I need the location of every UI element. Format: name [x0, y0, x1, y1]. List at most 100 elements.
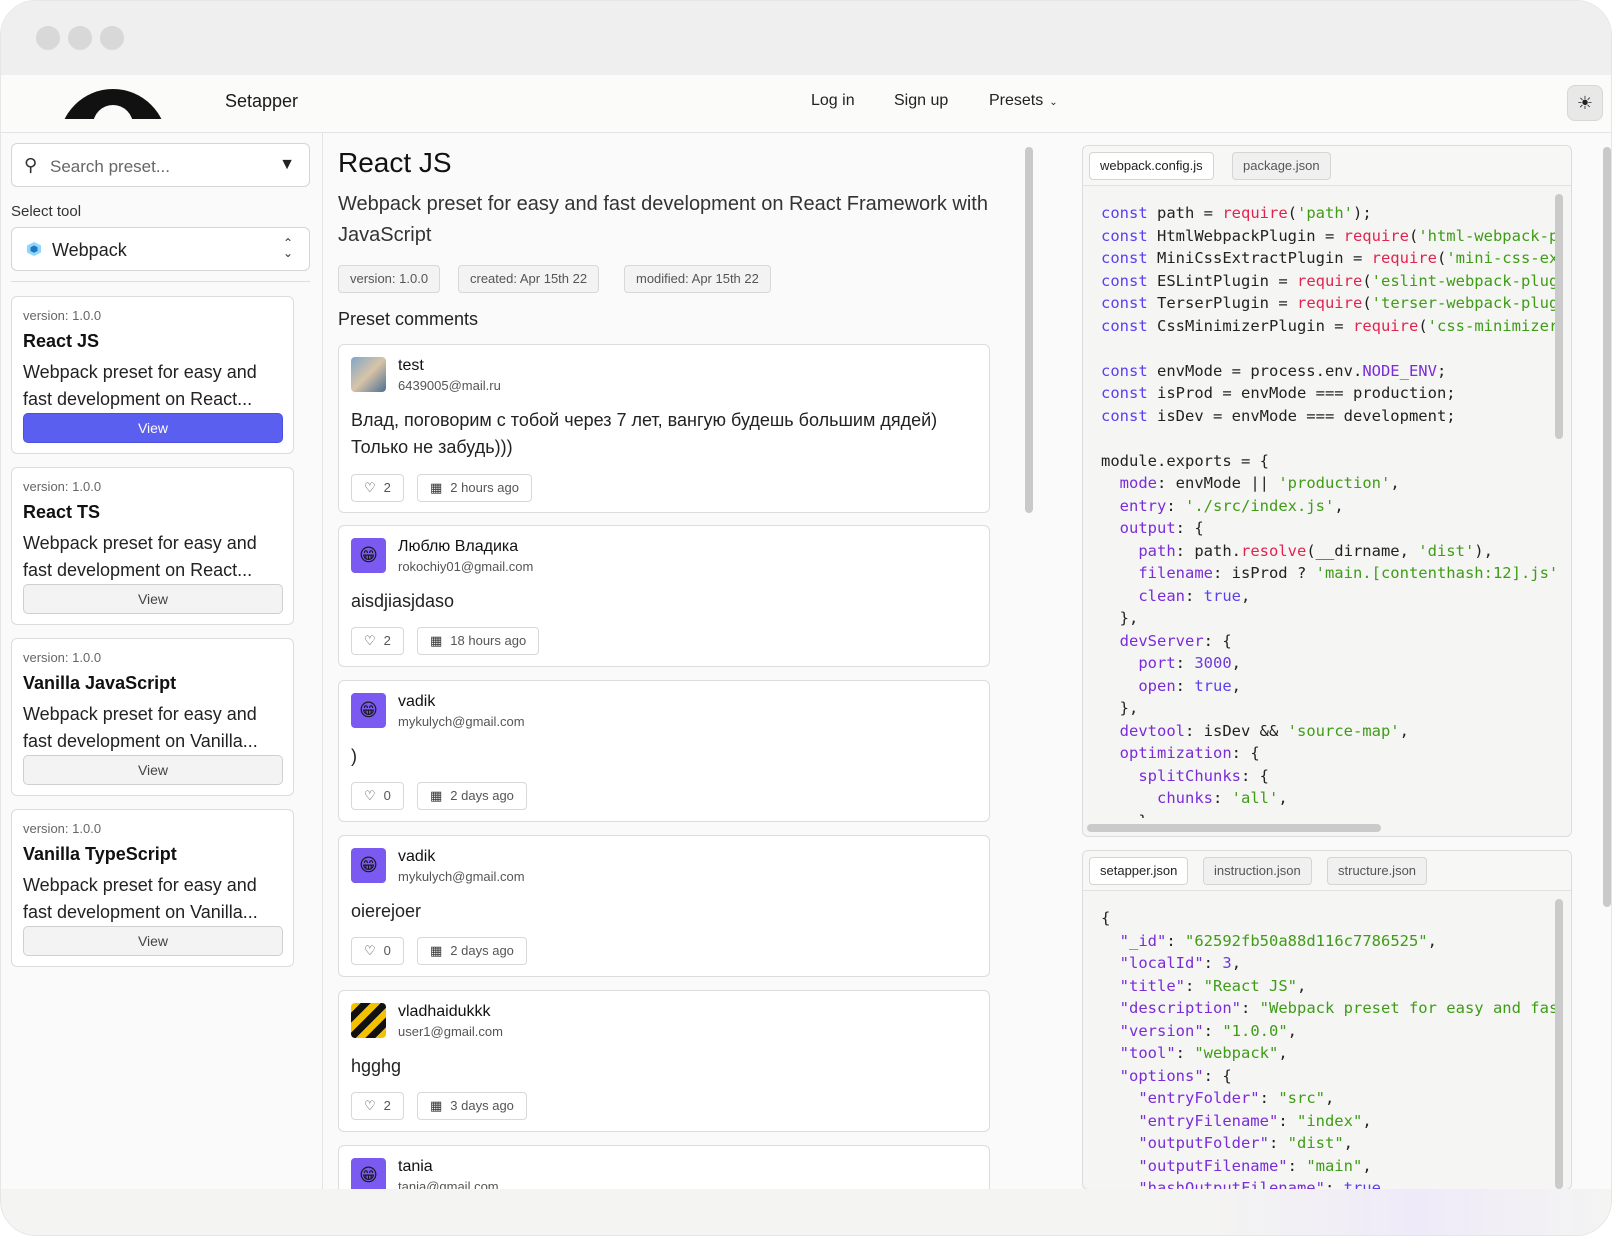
tab-setapper-json[interactable]: setapper.json	[1089, 857, 1189, 885]
like-count: 0	[383, 788, 391, 803]
like-button[interactable]: ♡ 0	[351, 782, 404, 810]
heart-icon: ♡	[364, 788, 376, 803]
sidebar-divider	[11, 281, 310, 282]
code-vertical-scrollbar[interactable]	[1555, 194, 1563, 439]
json-viewer[interactable]: { "_id": "62592fb50a88d116c7786525", "lo…	[1101, 907, 1561, 1189]
avatar	[351, 1003, 386, 1038]
preset-description: Webpack preset for easy and fast develop…	[23, 362, 257, 409]
avatar: 😁	[351, 848, 386, 883]
search-icon: ⚲	[24, 155, 38, 175]
preset-card[interactable]: version: 1.0.0 React JS Webpack preset f…	[11, 296, 294, 454]
chevron-updown-icon: ⌃ ⌄	[282, 236, 293, 260]
preset-card[interactable]: version: 1.0.0 Vanilla JavaScript Webpac…	[11, 638, 294, 796]
tab-instruction-json[interactable]: instruction.json	[1203, 857, 1312, 885]
search-input[interactable]: ⚲ Search preset... ▼	[11, 143, 310, 187]
preset-details: React JS Webpack preset for easy and fas…	[323, 133, 1053, 1205]
webpack-cube-icon	[27, 242, 41, 256]
preset-description: Webpack preset for easy and fast develop…	[23, 875, 258, 922]
comment-email: 6439005@mail.ru	[398, 378, 501, 393]
signup-link[interactable]: Sign up	[894, 92, 948, 110]
preset-description: Webpack preset for easy and fast develop…	[338, 193, 988, 246]
calendar-icon: ▦	[430, 788, 443, 803]
theme-toggle-button[interactable]: ☀	[1567, 85, 1603, 121]
preset-card[interactable]: version: 1.0.0 Vanilla TypeScript Webpac…	[11, 809, 294, 967]
comment-author: Люблю Владика	[398, 538, 519, 555]
like-button[interactable]: ♡ 2	[351, 627, 404, 655]
avatar	[351, 357, 386, 392]
preset-description: Webpack preset for easy and fast develop…	[23, 533, 257, 580]
like-button[interactable]: ♡ 2	[351, 474, 404, 502]
comment-author: vladhaidukkk	[398, 1003, 491, 1020]
comment-card: 😁 vadik mykulych@gmail.com ) ♡ 0 ▦ 2 days …	[338, 680, 990, 822]
comment-email: rokochiy01@gmail.com	[398, 559, 534, 574]
comment-author: vadik	[398, 693, 436, 710]
presets-sidebar: ⚲ Search preset... ▼ Select tool Webpack…	[1, 133, 323, 1189]
comment-author: test	[398, 357, 424, 374]
view-button[interactable]: View	[23, 755, 283, 785]
code-viewer[interactable]: const path = require('path'); const Html…	[1101, 202, 1561, 818]
comment-author: tania	[398, 1158, 433, 1175]
tab-webpack-config[interactable]: webpack.config.js	[1089, 152, 1214, 180]
json-vertical-scrollbar[interactable]	[1555, 899, 1563, 1189]
avatar: 😁	[351, 538, 386, 573]
select-tool-label: Select tool	[11, 203, 82, 220]
version-tag: version: 1.0.0	[338, 265, 441, 293]
avatar: 😁	[351, 693, 386, 728]
comment-time: 18 hours ago	[450, 633, 527, 648]
brand-name[interactable]: Setapper	[225, 91, 298, 112]
comment-date: ▦ 3 days ago	[417, 1092, 527, 1120]
comment-text: aisdjiasjdaso	[351, 591, 455, 611]
comments-heading: Preset comments	[338, 309, 479, 329]
like-button[interactable]: ♡ 0	[351, 937, 404, 965]
created-tag: created: Apr 15th 22	[458, 265, 600, 293]
heart-icon: ♡	[364, 480, 376, 495]
comment-time: 2 hours ago	[450, 480, 519, 495]
calendar-icon: ▦	[430, 480, 443, 495]
comment-date: ▦ 2 hours ago	[417, 474, 532, 502]
preset-title: Vanilla JavaScript	[23, 673, 177, 693]
avatar: 😁	[351, 1158, 386, 1193]
like-count: 2	[383, 480, 391, 495]
view-button[interactable]: View	[23, 584, 283, 614]
comments-scrollbar[interactable]	[1025, 147, 1033, 513]
presets-menu[interactable]: Presets ⌄	[989, 92, 1058, 110]
comment-date: ▦ 2 days ago	[417, 937, 527, 965]
page-title: React JS	[338, 147, 452, 178]
window-minimize-dot[interactable]	[68, 26, 92, 50]
comment-text: )	[351, 746, 357, 766]
top-navbar: Setapper Log in Sign up Presets ⌄ ☀	[1, 75, 1611, 133]
logo[interactable]	[59, 89, 167, 119]
preset-version: version: 1.0.0	[23, 650, 102, 665]
heart-icon: ♡	[364, 943, 376, 958]
comment-card: test 6439005@mail.ru Влад, поговорим с т…	[338, 344, 990, 513]
login-link[interactable]: Log in	[811, 92, 855, 110]
calendar-icon: ▦	[430, 1098, 443, 1113]
heart-icon: ♡	[364, 1098, 376, 1113]
preset-description: Webpack preset for easy and fast develop…	[23, 704, 258, 751]
comment-email: user1@gmail.com	[398, 1024, 503, 1039]
chevron-down-icon: ⌄	[1049, 97, 1058, 108]
presets-menu-label: Presets	[989, 92, 1044, 109]
modified-tag: modified: Apr 15th 22	[624, 265, 771, 293]
preset-card[interactable]: version: 1.0.0 React TS Webpack preset f…	[11, 467, 294, 625]
view-button[interactable]: View	[23, 413, 283, 443]
preset-version: version: 1.0.0	[23, 479, 102, 494]
tab-package-json[interactable]: package.json	[1232, 152, 1331, 180]
window-close-dot[interactable]	[36, 26, 60, 50]
like-button[interactable]: ♡ 2	[351, 1092, 404, 1120]
search-placeholder: Search preset...	[50, 157, 171, 176]
heart-icon: ♡	[364, 633, 376, 648]
webpack-config-panel: webpack.config.js package.json const pat…	[1082, 145, 1572, 837]
comment-time: 2 days ago	[450, 943, 514, 958]
page-scrollbar[interactable]	[1603, 147, 1611, 907]
comment-time: 3 days ago	[450, 1098, 514, 1113]
calendar-icon: ▦	[430, 943, 443, 958]
browser-window: Setapper Log in Sign up Presets ⌄ ☀ ⚲ Sea…	[0, 0, 1612, 1236]
tool-select[interactable]: Webpack ⌃ ⌄	[11, 227, 310, 271]
comment-text: Влад, поговорим с тобой через 7 лет, ван…	[351, 410, 938, 457]
view-button[interactable]: View	[23, 926, 283, 956]
filter-icon[interactable]: ▼	[279, 156, 295, 174]
code-horizontal-scrollbar[interactable]	[1087, 824, 1381, 832]
window-maximize-dot[interactable]	[100, 26, 124, 50]
tab-structure-json[interactable]: structure.json	[1327, 857, 1428, 885]
